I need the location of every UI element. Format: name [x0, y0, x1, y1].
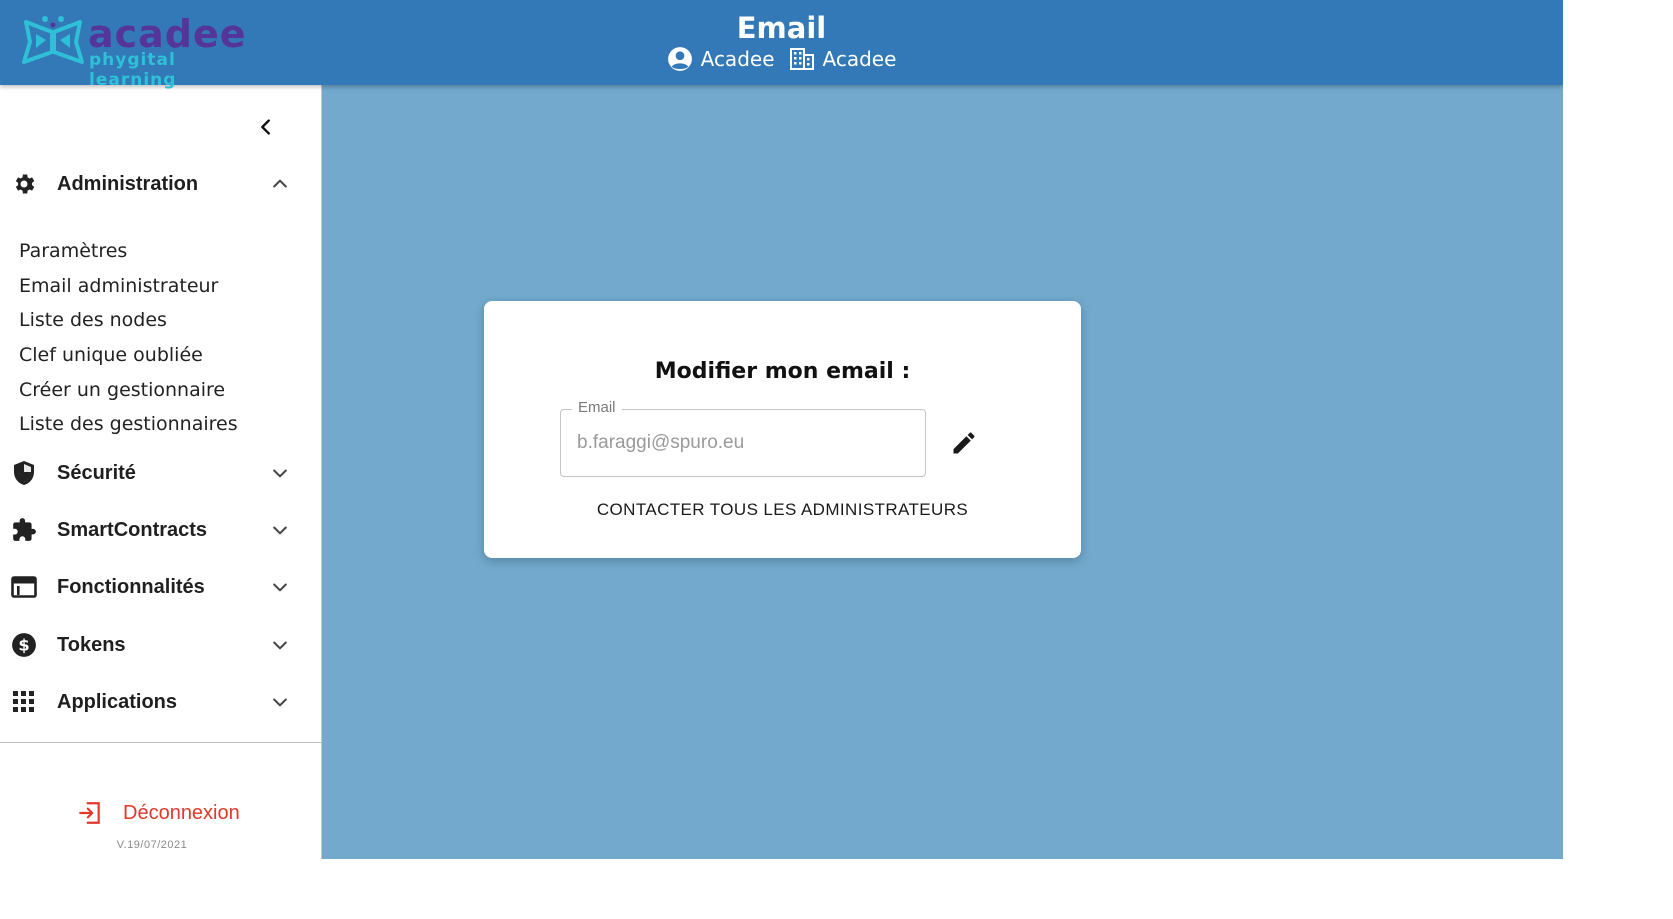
account-circle-icon [667, 47, 692, 71]
logout-label: Déconnexion [123, 801, 240, 824]
nav-section-label: Fonctionnalités [57, 575, 205, 598]
app-version: V.19/07/2021 [116, 839, 188, 851]
sidebar-item-liste-des-gestionnaires[interactable]: Liste des gestionnaires [19, 413, 238, 435]
edit-email-button[interactable] [949, 428, 979, 458]
logout-button[interactable]: Déconnexion [77, 800, 240, 826]
nav-section-label: Applications [57, 690, 178, 713]
current-organization: Acadee [789, 47, 897, 71]
nav-section-label: Sécurité [57, 461, 136, 484]
web-window-icon [10, 573, 38, 601]
contact-all-admins-button[interactable]: CONTACTER TOUS LES ADMINISTRATEURS [484, 500, 1081, 520]
right-blank-area [1563, 0, 1673, 919]
chevron-up-icon [268, 172, 292, 196]
card-title: Modifier mon email : [654, 359, 911, 384]
chevron-down-icon [268, 633, 292, 657]
nav-section-tokens[interactable]: $ Tokens [0, 623, 322, 667]
page-title: Email [736, 11, 827, 45]
nav-section-securite[interactable]: Sécurité [0, 451, 322, 495]
sidebar-divider [0, 742, 322, 743]
top-app-bar: acadee phygital learning Email Acadee Ac… [0, 0, 1563, 90]
svg-text:$: $ [18, 635, 29, 654]
building-icon [789, 48, 814, 70]
organization-name: Acadee [822, 47, 897, 71]
email-input[interactable] [561, 410, 925, 476]
sidebar-item-parametres[interactable]: Paramètres [19, 240, 127, 262]
nav-section-label: Tokens [57, 633, 126, 656]
gear-icon [10, 170, 38, 198]
email-field[interactable]: Email [560, 399, 926, 477]
chevron-down-icon [268, 518, 292, 542]
edit-email-card: Modifier mon email : Email CONTACTER TOU… [484, 301, 1081, 558]
apps-grid-icon [10, 688, 38, 716]
nav-section-smartcontracts[interactable]: SmartContracts [0, 508, 322, 552]
nav-section-administration[interactable]: Administration [0, 162, 322, 206]
nav-section-fonctionnalites[interactable]: Fonctionnalités [0, 565, 322, 609]
sidebar-item-clef-unique-oubliee[interactable]: Clef unique oubliée [19, 344, 203, 366]
pencil-icon [953, 432, 975, 454]
chevron-down-icon [268, 575, 292, 599]
puzzle-icon [10, 516, 38, 544]
email-field-label: Email [572, 399, 622, 416]
logout-icon [79, 802, 100, 824]
sidebar-item-email-administrateur[interactable]: Email administrateur [19, 275, 218, 297]
sidebar-item-creer-un-gestionnaire[interactable]: Créer un gestionnaire [19, 379, 225, 401]
nav-section-applications[interactable]: Applications [0, 680, 322, 724]
header-meta: Acadee Acadee [0, 46, 1563, 72]
chevron-down-icon [268, 461, 292, 485]
sidebar-item-liste-des-nodes[interactable]: Liste des nodes [19, 309, 167, 331]
dollar-coin-icon: $ [10, 631, 38, 659]
nav-section-label: SmartContracts [57, 518, 208, 541]
current-user: Acadee [667, 46, 775, 72]
chevron-down-icon [268, 690, 292, 714]
bottom-blank-area [0, 859, 1673, 919]
user-name: Acadee [700, 47, 775, 71]
nav-section-label: Administration [57, 172, 199, 195]
chevron-left-icon [261, 119, 270, 135]
collapse-sidebar-button[interactable] [252, 113, 280, 141]
shield-icon [10, 459, 38, 487]
sidebar: Administration Paramètres Email administ… [0, 85, 322, 859]
